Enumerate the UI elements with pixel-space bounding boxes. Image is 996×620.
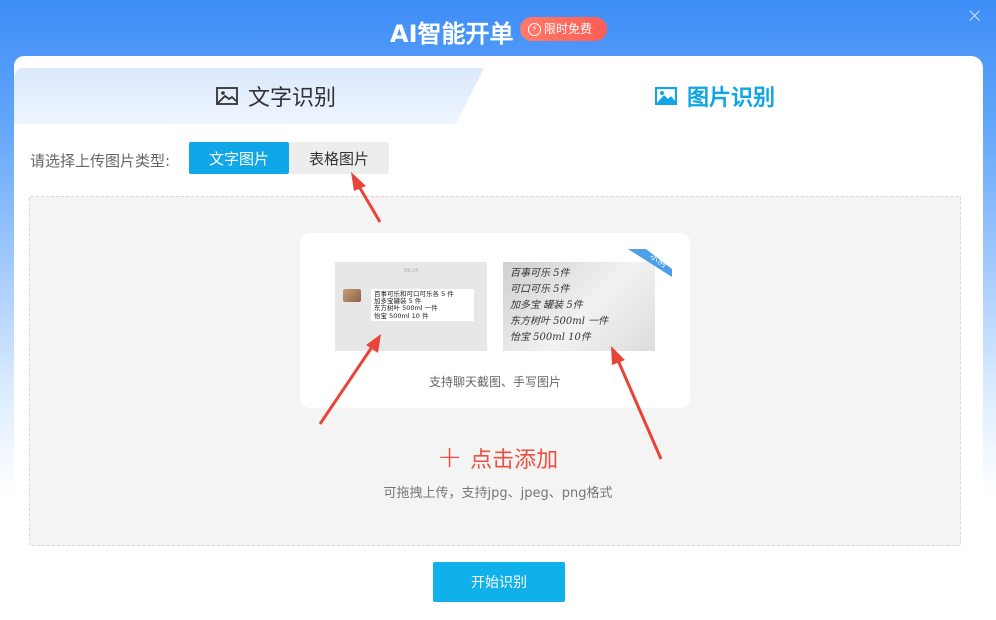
chat-bubble: 百事可乐和可口可乐各 5 件 加多宝罐装 5 件 东方树叶 500ml 一件 怡…	[371, 289, 474, 321]
type-option-table-image[interactable]: 表格图片	[289, 142, 389, 174]
upload-type-label: 请选择上传图片类型:	[30, 152, 171, 170]
example-card: 09:24 百事可乐和可口可乐各 5 件 加多宝罐装 5 件 东方树叶 500m…	[300, 233, 690, 408]
example-caption: 支持聊天截图、手写图片	[428, 375, 561, 389]
image-icon	[216, 87, 238, 105]
hand-line: 东方树叶 500ml 一件	[510, 316, 609, 327]
upload-hint: 可拖拽上传，支持jpg、jpeg、png格式	[383, 486, 613, 501]
avatar	[343, 289, 361, 302]
close-icon[interactable]: ×	[966, 3, 983, 27]
tab-label: 文字识别	[248, 86, 337, 111]
lightning-icon: ⚡	[528, 22, 541, 36]
free-badge: ⚡ 限时免费	[520, 17, 607, 41]
add-file-button[interactable]: + 点击添加	[437, 442, 558, 474]
tab-image-recognition[interactable]: 图片识别	[655, 80, 775, 112]
add-file-label: 点击添加	[470, 448, 559, 473]
tab-text-recognition-content[interactable]: 文字识别	[216, 80, 336, 112]
handwritten-lines: 百事可乐 5件 可口可乐 5件 加多宝 罐装 5件 东方树叶 500ml 一件 …	[503, 266, 608, 346]
hand-line: 加多宝 罐装 5件	[510, 300, 583, 311]
hand-line: 百事可乐 5件	[510, 268, 570, 279]
free-badge-label: 限时免费	[544, 22, 593, 36]
chat-line: 怡宝 500ml 10 件	[374, 311, 429, 320]
tab-label: 图片识别	[687, 86, 776, 111]
type-option-text-image[interactable]: 文字图片	[189, 142, 289, 174]
header-title: AI智能开单	[390, 20, 514, 48]
image-icon	[655, 87, 677, 105]
hand-line: 怡宝 500ml 10件	[510, 332, 591, 343]
hand-line: 可口可乐 5件	[510, 284, 570, 295]
plus-icon: +	[437, 440, 463, 475]
start-recognition-button[interactable]: 开始识别	[433, 562, 565, 602]
chat-screenshot-example: 09:24 百事可乐和可口可乐各 5 件 加多宝罐装 5 件 东方树叶 500m…	[335, 262, 487, 351]
chat-time: 09:24	[403, 268, 419, 274]
